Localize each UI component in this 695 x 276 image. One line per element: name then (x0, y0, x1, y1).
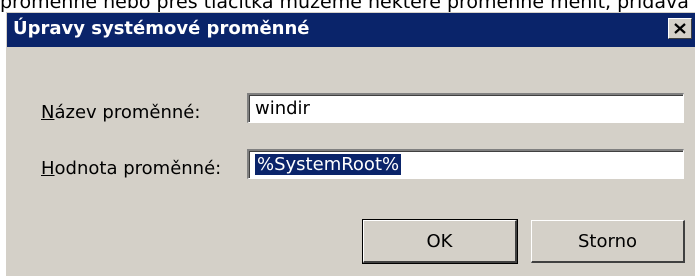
ok-button[interactable]: OK (362, 219, 518, 264)
variable-value-selected-text: %SystemRoot% (253, 153, 403, 176)
close-icon (674, 23, 686, 34)
edit-system-variable-dialog: Úpravy systémové proměnné Název proměnné… (6, 12, 695, 276)
variable-name-value: windir (255, 98, 310, 119)
variable-name-input[interactable]: windir (247, 93, 684, 123)
variable-value-label: Hodnota proměnné: (41, 158, 222, 179)
dialog-titlebar[interactable]: Úpravy systémové proměnné (7, 13, 695, 47)
variable-value-input[interactable]: %SystemRoot% (247, 149, 684, 179)
dialog-title: Úpravy systémové proměnné (13, 18, 310, 39)
close-button[interactable] (668, 18, 692, 39)
variable-name-label: Název proměnné: (41, 102, 201, 123)
cancel-button[interactable]: Storno (531, 220, 685, 263)
